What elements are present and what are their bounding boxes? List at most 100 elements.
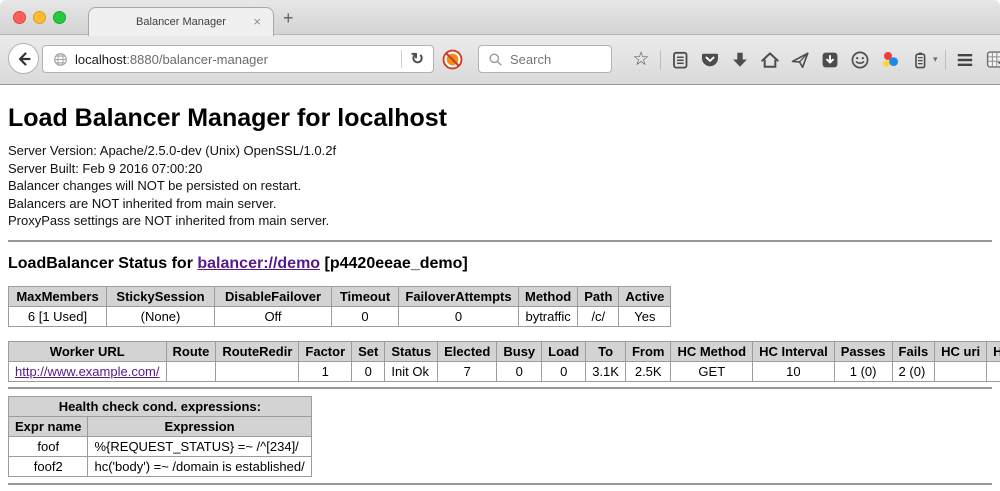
url-domain: localhost — [75, 52, 126, 67]
menu-icon[interactable] — [955, 50, 975, 70]
table-row: foof2 hc('body') =~ /domain is establish… — [9, 456, 312, 476]
table-header-row: Expr name Expression — [9, 416, 312, 436]
cell-factor: 1 — [299, 361, 352, 381]
cell-set: 0 — [352, 361, 385, 381]
block-icon — [441, 48, 464, 71]
col-hc-uri: HC uri — [935, 341, 987, 361]
titlebar: Balancer Manager × + — [0, 0, 1000, 35]
close-window-button[interactable] — [13, 11, 26, 24]
cell-to: 3.1K — [586, 361, 626, 381]
pocket-icon[interactable] — [700, 50, 720, 70]
dropdown-caret-icon[interactable]: ▾ — [933, 54, 941, 65]
cell-disablefailover: Off — [215, 306, 332, 326]
search-bar[interactable] — [478, 45, 612, 73]
balancer-status-heading: LoadBalancer Status for balancer://demo … — [8, 255, 992, 273]
table-row: http://www.example.com/ 1 0 Init Ok 7 0 … — [9, 361, 1000, 381]
status-prefix: LoadBalancer Status for — [8, 255, 197, 272]
bookmark-star-icon[interactable]: ☆ — [631, 50, 651, 70]
col-method: Method — [519, 286, 578, 306]
tab-title: Balancer Manager — [136, 16, 226, 28]
col-from: From — [625, 341, 671, 361]
table-header-row: Worker URL Route RouteRedir Factor Set S… — [9, 341, 1000, 361]
col-elected: Elected — [438, 341, 497, 361]
cell-method: bytraffic — [519, 306, 578, 326]
content-blocker-button[interactable] — [441, 48, 464, 76]
globe-icon — [53, 52, 68, 67]
divider — [8, 483, 992, 485]
col-hc-method: HC Method — [671, 341, 753, 361]
cell-fails: 2 (0) — [892, 361, 935, 381]
table-row: 6 [1 Used] (None) Off 0 0 bytraffic /c/ … — [9, 306, 671, 326]
cell-timeout: 0 — [332, 306, 399, 326]
minimize-window-button[interactable] — [33, 11, 46, 24]
navigation-toolbar: localhost:8880/balancer-manager ↻ ☆ — [0, 35, 1000, 85]
cell-load: 0 — [542, 361, 586, 381]
cell-route — [166, 361, 216, 381]
cell-status: Init Ok — [385, 361, 438, 381]
table-row: foof %{REQUEST_STATUS} =~ /^[234]/ — [9, 436, 312, 456]
url-bar[interactable]: localhost:8880/balancer-manager ↻ — [42, 45, 434, 73]
page-body: Load Balancer Manager for localhost Serv… — [0, 104, 1000, 485]
cell-failoverattempts: 0 — [399, 306, 519, 326]
cell-maxmembers: 6 [1 Used] — [9, 306, 107, 326]
table-header-row: MaxMembers StickySession DisableFailover… — [9, 286, 671, 306]
balancer-demo-link[interactable]: balancer://demo — [197, 255, 320, 272]
home-icon[interactable] — [760, 50, 780, 70]
battery-icon[interactable] — [910, 50, 930, 70]
col-disablefailover: DisableFailover — [215, 286, 332, 306]
cell-busy: 0 — [497, 361, 542, 381]
status-suffix: [p4420eeae_demo] — [320, 255, 468, 272]
reading-list-icon[interactable] — [670, 50, 690, 70]
worker-url-link[interactable]: http://www.example.com/ — [15, 364, 160, 379]
browser-chrome: Balancer Manager × + localhost:8880/bala… — [0, 0, 1000, 85]
server-version-line: Server Version: Apache/2.5.0-dev (Unix) … — [8, 142, 992, 160]
proxypass-notice-line: ProxyPass settings are NOT inherited fro… — [8, 212, 992, 230]
zoom-window-button[interactable] — [53, 11, 66, 24]
reload-button[interactable]: ↻ — [402, 49, 433, 69]
grid-addon-icon[interactable] — [985, 50, 1000, 70]
download-icon[interactable] — [730, 50, 750, 70]
col-stickysession: StickySession — [107, 286, 215, 306]
col-expression: Expression — [88, 416, 311, 436]
cell-path: /c/ — [578, 306, 619, 326]
smiley-icon[interactable] — [850, 50, 870, 70]
col-failoverattempts: FailoverAttempts — [399, 286, 519, 306]
search-input[interactable] — [508, 51, 600, 68]
save-square-icon[interactable] — [820, 50, 840, 70]
col-hc-interval: HC Interval — [753, 341, 835, 361]
tab-close-icon[interactable]: × — [253, 15, 261, 28]
cell-active: Yes — [619, 306, 671, 326]
new-tab-button[interactable]: + — [283, 8, 294, 29]
toolbar-icons: ☆ — [626, 35, 1000, 84]
back-button[interactable] — [8, 43, 39, 74]
search-icon — [488, 52, 503, 67]
col-route: Route — [166, 341, 216, 361]
tab-balancer-manager[interactable]: Balancer Manager × — [88, 7, 274, 36]
url-path: :8880/balancer-manager — [126, 52, 268, 67]
balancer-settings-table: MaxMembers StickySession DisableFailover… — [8, 286, 671, 327]
col-factor: Factor — [299, 341, 352, 361]
cell-hc-expr: foof2 — [987, 361, 1000, 381]
send-icon[interactable] — [790, 50, 810, 70]
col-path: Path — [578, 286, 619, 306]
cell-hc-method: GET — [671, 361, 753, 381]
divider — [8, 240, 992, 242]
color-dots-icon[interactable] — [880, 50, 900, 70]
cell-expression: %{REQUEST_STATUS} =~ /^[234]/ — [88, 436, 311, 456]
cell-expr-name: foof2 — [9, 456, 88, 476]
col-worker-url: Worker URL — [9, 341, 167, 361]
page-title: Load Balancer Manager for localhost — [8, 104, 992, 133]
health-table-title: Health check cond. expressions: — [9, 396, 312, 416]
col-expr-name: Expr name — [9, 416, 88, 436]
cell-expression: hc('body') =~ /domain is established/ — [88, 456, 311, 476]
col-timeout: Timeout — [332, 286, 399, 306]
col-to: To — [586, 341, 626, 361]
col-status: Status — [385, 341, 438, 361]
col-hc-expr: HC Expr — [987, 341, 1000, 361]
col-routeredir: RouteRedir — [216, 341, 299, 361]
col-busy: Busy — [497, 341, 542, 361]
cell-hc-interval: 10 — [753, 361, 835, 381]
toolbar-separator — [945, 50, 946, 70]
col-load: Load — [542, 341, 586, 361]
col-maxmembers: MaxMembers — [9, 286, 107, 306]
